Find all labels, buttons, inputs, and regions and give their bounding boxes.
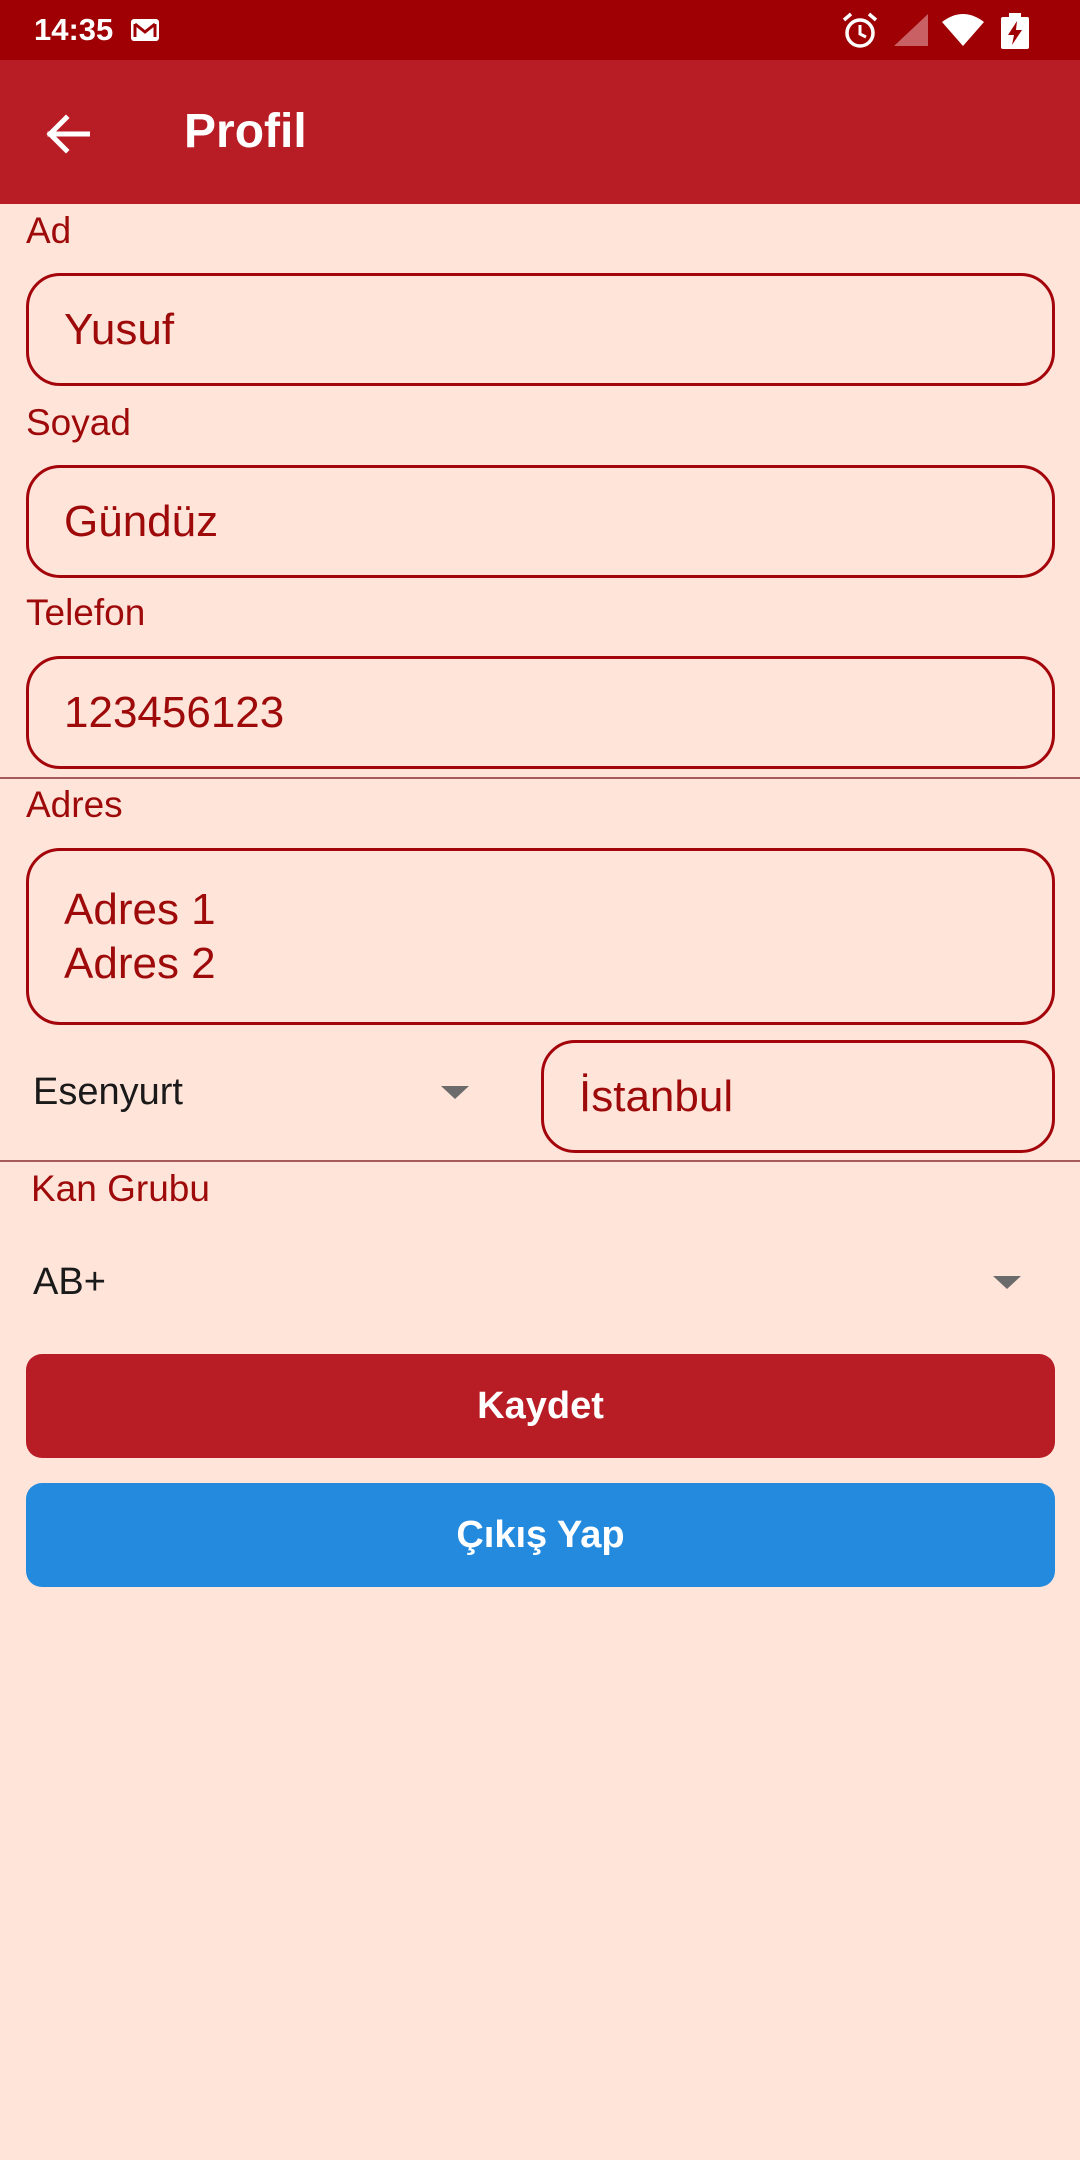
first-name-field[interactable]: Yusuf [26, 273, 1055, 386]
address-line-1: Adres 1 [64, 884, 216, 934]
status-time: 14:35 [34, 12, 114, 47]
blood-type-label: Kan Grubu [31, 1168, 210, 1209]
phone-field[interactable]: 123456123 [26, 656, 1055, 769]
first-name-label: Ad [26, 210, 72, 251]
blood-type-selected: AB+ [33, 1260, 106, 1303]
blood-type-dropdown[interactable]: AB+ [33, 1237, 1033, 1327]
divider [0, 777, 1080, 779]
chevron-down-icon [441, 1086, 469, 1099]
signal-icon [892, 12, 930, 53]
app-bar: Profil [0, 60, 1080, 204]
save-button[interactable]: Kaydet [26, 1354, 1055, 1458]
back-button[interactable] [36, 102, 100, 166]
last-name-field[interactable]: Gündüz [26, 465, 1055, 578]
wifi-icon [940, 12, 986, 53]
divider [0, 1160, 1080, 1162]
address-label: Adres [26, 784, 123, 825]
chevron-down-icon [993, 1276, 1021, 1289]
status-bar: 14:35 [0, 0, 1080, 60]
arrow-left-icon [46, 114, 90, 154]
gmail-icon [130, 18, 160, 47]
alarm-icon [840, 12, 880, 55]
district-selected: Esenyurt [33, 1070, 183, 1113]
phone-label: Telefon [26, 592, 146, 633]
district-dropdown[interactable]: Esenyurt [33, 1047, 473, 1137]
last-name-label: Soyad [26, 402, 131, 443]
battery-charging-icon [998, 12, 1032, 55]
address-field[interactable]: Adres 1 Adres 2 [26, 848, 1055, 1025]
address-line-2: Adres 2 [64, 938, 216, 988]
city-field[interactable]: İstanbul [541, 1040, 1055, 1153]
page-title: Profil [184, 105, 307, 158]
logout-button[interactable]: Çıkış Yap [26, 1483, 1055, 1587]
